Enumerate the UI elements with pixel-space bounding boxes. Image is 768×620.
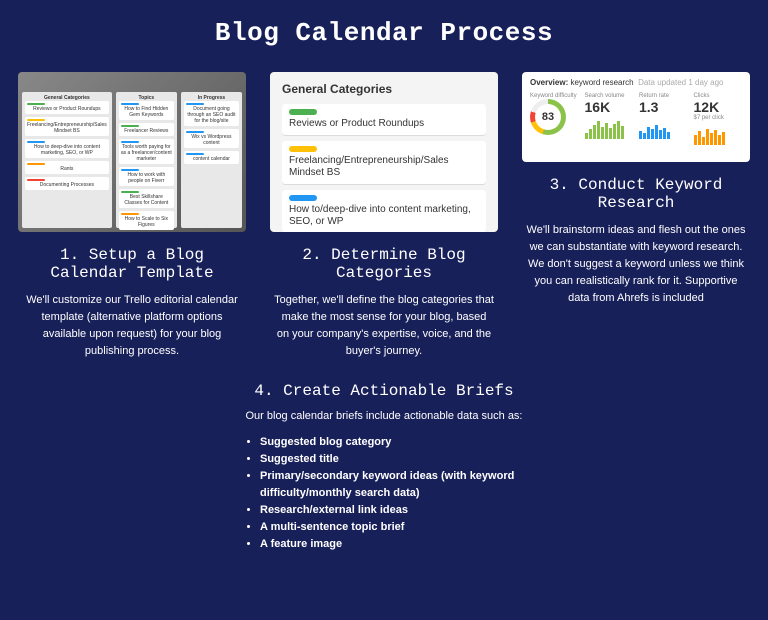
step-1: General Categories Reviews or Product Ro… (18, 72, 246, 360)
step-3-heading: 3. Conduct Keyword Research (522, 176, 750, 212)
step-4-heading: 4. Create Actionable Briefs (200, 382, 568, 400)
categories-list-header: General Categories (282, 82, 486, 96)
list-item: A feature image (260, 536, 568, 553)
step-2-body: Together, we'll define the blog categori… (270, 292, 498, 360)
step-2-heading: 2. Determine Blog Categories (270, 246, 498, 282)
process-row: General Categories Reviews or Product Ro… (0, 72, 768, 360)
categories-thumbnail: General Categories Reviews or Product Ro… (270, 72, 498, 232)
step-2: General Categories Reviews or Product Ro… (270, 72, 498, 360)
list-item: Suggested title (260, 451, 568, 468)
page-title: Blog Calendar Process (0, 0, 768, 72)
step-1-heading: 1. Setup a Blog Calendar Template (18, 246, 246, 282)
step-4: 4. Create Actionable Briefs Our blog cal… (0, 382, 768, 553)
kd-gauge-icon: 83 (530, 99, 566, 135)
list-item: Primary/secondary keyword ideas (with ke… (260, 468, 568, 502)
list-item: A multi-sentence topic brief (260, 519, 568, 536)
step-3-body: We'll brainstorm ideas and flesh out the… (522, 222, 750, 307)
trello-board-thumbnail: General Categories Reviews or Product Ro… (18, 72, 246, 232)
step-4-intro: Our blog calendar briefs include actiona… (200, 410, 568, 422)
list-item: Suggested blog category (260, 434, 568, 451)
ahrefs-thumbnail: Overview: keyword research Data updated … (522, 72, 750, 162)
step-1-body: We'll customize our Trello editorial cal… (18, 292, 246, 360)
list-item: Research/external link ideas (260, 502, 568, 519)
step-3: Overview: keyword research Data updated … (522, 72, 750, 360)
step-4-bullets: Suggested blog category Suggested title … (200, 434, 568, 553)
